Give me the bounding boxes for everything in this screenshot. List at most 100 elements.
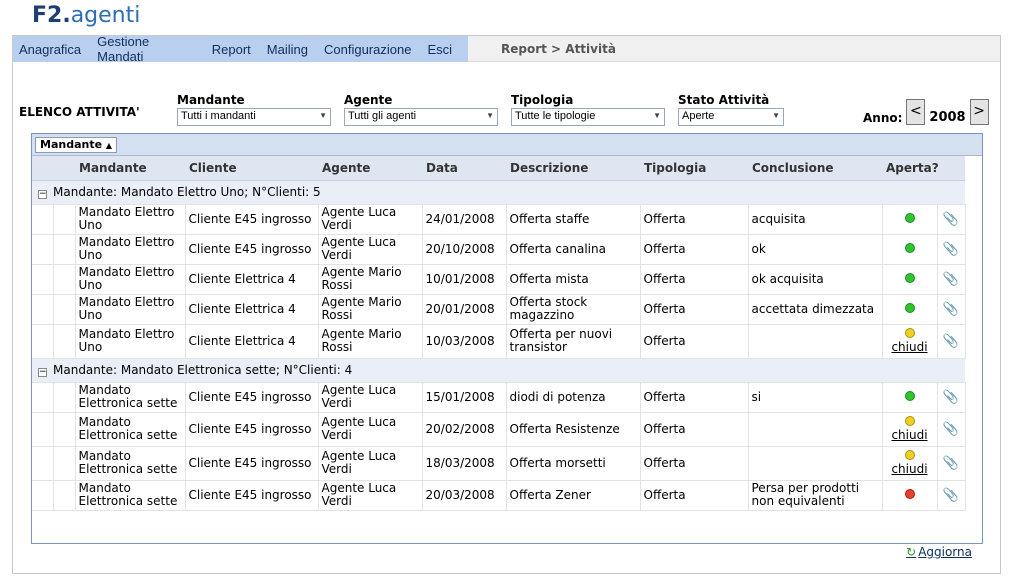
chiudi-link[interactable]: chiudi	[886, 341, 934, 354]
year-next-button[interactable]: >	[969, 98, 989, 125]
table-row[interactable]: Mandato Elettro Uno Cliente Elettrica 4 Ag…	[32, 264, 966, 295]
menu-item-gestione-mandati[interactable]: Gestione Mandati	[97, 34, 196, 64]
agente-select[interactable]: Tutti gli agenti ▼	[344, 108, 498, 126]
year-label: Anno:	[863, 110, 903, 125]
chiudi-link[interactable]: chiudi	[886, 429, 934, 442]
col-mandante[interactable]: Mandante	[75, 156, 185, 181]
collapse-icon[interactable]: −	[38, 189, 47, 199]
cell-tipologia: Offerta	[640, 204, 749, 235]
col-aperta[interactable]: Aperta?	[882, 156, 966, 181]
menu-item-anagrafica[interactable]: Anagrafica	[19, 42, 81, 57]
cell-data: 20/03/2008	[422, 480, 507, 511]
activities-table: Mandante Cliente Agente Data Descrizione…	[32, 156, 966, 511]
cell-conclusione	[748, 324, 883, 359]
cell-mandante: Mandato Elettro Uno	[75, 204, 186, 235]
refresh-icon: ↻	[906, 545, 917, 559]
cell-aperta: chiudi	[882, 324, 938, 359]
cell-aperta	[882, 294, 938, 325]
attachment-icon[interactable]: 📎	[937, 480, 966, 511]
group-label: Mandante: Mandato Elettro Uno; N°Clienti…	[53, 184, 321, 199]
menu-item-configurazione[interactable]: Configurazione	[324, 42, 411, 57]
col-data[interactable]: Data	[422, 156, 506, 181]
cell-mandante: Mandato Elettro Uno	[75, 234, 186, 265]
col-tipologia[interactable]: Tipologia	[640, 156, 748, 181]
status-green-icon	[904, 242, 915, 253]
sort-asc-icon: ▲	[105, 141, 113, 150]
cell-tipologia: Offerta	[640, 234, 749, 265]
table-row[interactable]: Mandato Elettro Uno Cliente Elettrica 4 Ag…	[32, 294, 966, 325]
cell-conclusione: ok	[748, 234, 883, 265]
status-green-icon	[904, 272, 915, 283]
app-logo: F2.agenti	[32, 3, 141, 28]
cell-agente: Agente Luca Verdi	[318, 446, 423, 481]
cell-tipologia: Offerta	[640, 264, 749, 295]
filter-agente: Agente Tutti gli agenti ▼	[344, 93, 498, 126]
mandante-select[interactable]: Tutti i mandanti ▼	[177, 108, 331, 126]
cell-tipologia: Offerta	[640, 382, 749, 413]
menu-item-report[interactable]: Report	[212, 42, 251, 57]
attachment-icon[interactable]: 📎	[937, 234, 966, 265]
cell-cliente: Cliente Elettrica 4	[185, 264, 319, 295]
col-descrizione[interactable]: Descrizione	[506, 156, 640, 181]
cell-data: 20/10/2008	[422, 234, 507, 265]
attachment-icon[interactable]: 📎	[937, 446, 966, 481]
cell-tipologia: Offerta	[640, 324, 749, 359]
cell-agente: Agente Luca Verdi	[318, 382, 423, 413]
cell-aperta	[882, 234, 938, 265]
filter-stato-label: Stato Attività	[678, 93, 770, 107]
table-row[interactable]: Mandato Elettronica sette Cliente E45 ing…	[32, 382, 966, 413]
group-row: − Mandante: Mandato Elettro Uno; N°Client…	[32, 180, 966, 205]
status-green-icon	[904, 212, 915, 223]
table-row[interactable]: Mandato Elettro Uno Cliente E45 ingrosso A…	[32, 234, 966, 265]
attachment-icon[interactable]: 📎	[937, 264, 966, 295]
menu-item-esci[interactable]: Esci	[427, 42, 452, 57]
year-value: 2008	[929, 110, 966, 125]
group-by-mandante-chip[interactable]: Mandante ▲	[35, 137, 118, 153]
table-row[interactable]: Mandato Elettronica sette Cliente E45 ing…	[32, 412, 966, 447]
chevron-down-icon: ▼	[772, 111, 780, 120]
attachment-icon[interactable]: 📎	[937, 204, 966, 235]
cell-data: 18/03/2008	[422, 446, 507, 481]
cell-descrizione: Offerta staffe	[506, 204, 641, 235]
group-label: Mandante: Mandato Elettronica sette; N°C…	[53, 362, 353, 377]
year-selector: Anno: < 2008 >	[863, 98, 989, 125]
col-cliente[interactable]: Cliente	[185, 156, 318, 181]
collapse-icon[interactable]: −	[38, 367, 47, 377]
col-conclusione[interactable]: Conclusione	[748, 156, 882, 181]
cell-mandante: Mandato Elettronica sette	[75, 382, 186, 413]
top-bar: Anagrafica Gestione Mandati Report Maili…	[13, 34, 1000, 64]
cell-conclusione: si	[748, 382, 883, 413]
status-yellow-icon	[904, 450, 915, 460]
filter-stato: Stato Attività Aperte ▼	[678, 93, 784, 126]
year-prev-button[interactable]: <	[906, 98, 926, 125]
cell-agente: Agente Luca Verdi	[318, 412, 423, 447]
group-panel: Mandante ▲	[32, 134, 982, 156]
filter-agente-label: Agente	[344, 93, 393, 107]
cell-tipologia: Offerta	[640, 294, 749, 325]
attachment-icon[interactable]: 📎	[937, 294, 966, 325]
table-row[interactable]: Mandato Elettronica sette Cliente E45 ing…	[32, 446, 966, 481]
cell-data: 20/02/2008	[422, 412, 507, 447]
table-row[interactable]: Mandato Elettronica sette Cliente E45 ing…	[32, 480, 966, 511]
cell-tipologia: Offerta	[640, 412, 749, 447]
cell-data: 20/01/2008	[422, 294, 507, 325]
menu-item-mailing[interactable]: Mailing	[267, 42, 308, 57]
tipologia-select[interactable]: Tutte le tipologie ▼	[511, 108, 665, 126]
cell-data: 24/01/2008	[422, 204, 507, 235]
cell-conclusione: acquisita	[748, 204, 883, 235]
attachment-icon[interactable]: 📎	[937, 412, 966, 447]
table-row[interactable]: Mandato Elettro Uno Cliente E45 ingrosso A…	[32, 204, 966, 235]
cell-cliente: Cliente E45 ingrosso	[185, 412, 319, 447]
status-red-icon	[904, 488, 915, 499]
stato-select[interactable]: Aperte ▼	[678, 108, 784, 126]
cell-aperta: chiudi	[882, 412, 938, 447]
chiudi-link[interactable]: chiudi	[886, 463, 934, 476]
filter-mandante-label: Mandante	[177, 93, 245, 107]
table-header: Mandante Cliente Agente Data Descrizione…	[32, 156, 966, 181]
attachment-icon[interactable]: 📎	[937, 382, 966, 413]
col-agente[interactable]: Agente	[318, 156, 422, 181]
cell-cliente: Cliente E45 ingrosso	[185, 204, 319, 235]
refresh-link[interactable]: ↻ Aggiorna	[906, 545, 972, 559]
attachment-icon[interactable]: 📎	[937, 324, 966, 359]
table-row[interactable]: Mandato Elettro Uno Cliente Elettrica 4 Ag…	[32, 324, 966, 359]
